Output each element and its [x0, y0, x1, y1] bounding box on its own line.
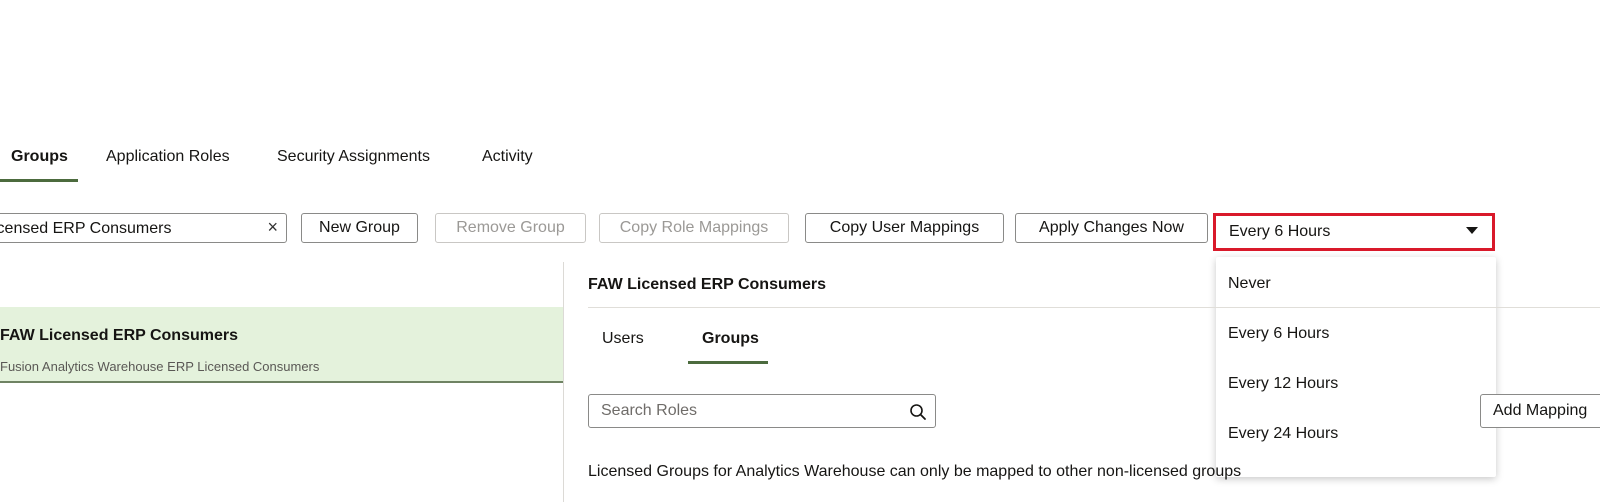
group-list-item[interactable]: FAW Licensed ERP Consumers Fusion Analyt… — [0, 307, 563, 383]
group-name: FAW Licensed ERP Consumers — [0, 327, 238, 344]
frequency-option-never[interactable]: Never — [1228, 275, 1271, 293]
detail-title: FAW Licensed ERP Consumers — [588, 276, 826, 293]
frequency-dropdown: Never Every 6 Hours Every 12 Hours Every… — [1216, 257, 1496, 477]
tab-activity[interactable]: Activity — [482, 148, 533, 166]
group-search-value: icensed ERP Consumers — [0, 220, 172, 237]
caret-down-icon — [1466, 227, 1478, 234]
group-description: Fusion Analytics Warehouse ERP Licensed … — [0, 359, 320, 374]
active-tab-indicator — [0, 179, 78, 182]
add-mapping-button[interactable]: Add Mapping — [1480, 394, 1600, 428]
search-roles-field[interactable] — [588, 394, 936, 428]
clear-icon[interactable]: × — [267, 217, 278, 238]
copy-role-mappings-button[interactable]: Copy Role Mappings — [599, 213, 789, 243]
frequency-option-12-hours[interactable]: Every 12 Hours — [1228, 375, 1338, 393]
tab-application-roles[interactable]: Application Roles — [106, 148, 230, 166]
licensed-groups-note: Licensed Groups for Analytics Warehouse … — [588, 463, 1242, 480]
group-search-input[interactable]: icensed ERP Consumers × — [0, 213, 287, 243]
tab-groups[interactable]: Groups — [11, 148, 68, 166]
search-roles-input[interactable] — [601, 400, 901, 422]
refresh-frequency-select[interactable]: Every 6 Hours — [1213, 213, 1495, 251]
detail-divider — [588, 307, 1600, 308]
copy-user-mappings-button[interactable]: Copy User Mappings — [805, 213, 1004, 243]
pane-divider — [563, 262, 564, 502]
subtab-users[interactable]: Users — [602, 330, 644, 348]
search-icon[interactable] — [909, 403, 927, 421]
frequency-option-24-hours[interactable]: Every 24 Hours — [1228, 425, 1338, 443]
remove-group-button[interactable]: Remove Group — [435, 213, 586, 243]
frequency-selected-value: Every 6 Hours — [1229, 223, 1331, 240]
tab-security-assignments[interactable]: Security Assignments — [277, 148, 430, 166]
apply-changes-now-button[interactable]: Apply Changes Now — [1015, 213, 1208, 243]
frequency-option-6-hours[interactable]: Every 6 Hours — [1228, 325, 1329, 343]
subtab-groups[interactable]: Groups — [702, 330, 759, 348]
new-group-button[interactable]: New Group — [301, 213, 418, 243]
active-subtab-indicator — [688, 361, 768, 364]
